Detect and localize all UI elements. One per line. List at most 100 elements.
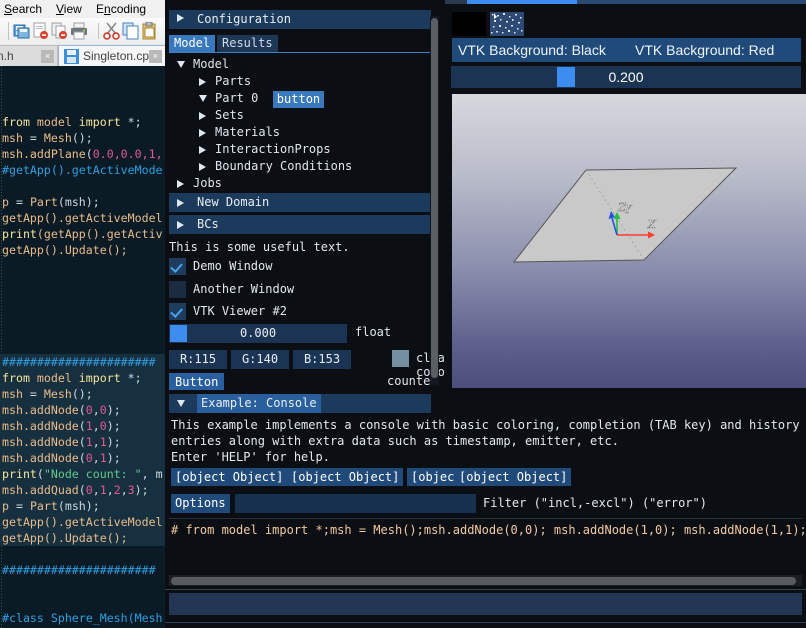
tree-node-jobs[interactable]: Jobs [169,175,431,192]
filter-input[interactable] [235,494,476,513]
code-editor[interactable]: from model import *; msh = Mesh(); msh.add… [0,66,165,628]
header-new-domain[interactable]: New Domain [169,193,431,212]
vtk-background-black-button[interactable]: VTK Background: Black [452,38,634,62]
checkbox-vtk-viewer[interactable]: VTK Viewer #2 [169,303,369,322]
config-tabbar[interactable]: Model Results [169,35,431,53]
chevron-right-icon[interactable] [177,14,184,22]
code-token: "Node count: " [43,467,142,481]
code-line: print(getApp().getActiv [0,226,165,242]
cut-icon[interactable] [103,22,121,40]
drag-green[interactable]: G:140 [231,350,289,369]
code-line: msh.addNode(0,1); [0,450,165,466]
tab-close-icon-active[interactable]: × [149,50,162,63]
chevron-down-icon[interactable] [177,61,185,68]
checkbox-another-window[interactable]: Another Window [169,281,369,300]
menu-item-search[interactable]: Search [4,2,42,16]
console-input-divider [165,589,806,590]
color-swatch[interactable] [392,350,409,367]
save-all-icon[interactable] [13,22,31,40]
configuration-window-header[interactable]: Configuration [169,10,431,29]
editor-tabbar[interactable]: n.h × Singleton.cpp × [0,44,165,68]
chevron-right-icon[interactable] [199,112,206,120]
code-token: 0 [85,403,93,417]
black-texture-thumbnail[interactable] [452,12,486,36]
drag-red[interactable]: R:115 [169,350,227,369]
add-debug-text-button[interactable]: [object Object] [171,468,288,486]
console-divider [169,518,802,519]
code-token: print [2,227,37,241]
tree-node-interactionprops[interactable]: InteractionProps [169,141,431,158]
tree-node-parts[interactable]: Parts [169,73,431,90]
checkbox-demo-window[interactable]: Demo Window [169,258,369,277]
options-button[interactable]: Options [171,494,230,513]
chevron-right-icon-bcs[interactable] [177,221,184,229]
copy-button[interactable]: [object Object] [455,468,572,486]
tree-node-sets[interactable]: Sets [169,107,431,124]
console-window-header[interactable]: Example: Console [169,394,431,413]
console-bottom-divider [165,622,806,623]
chevron-right-icon[interactable] [199,146,206,154]
tree-node-part-0[interactable]: Part 0 button [169,90,431,108]
console-body-line-1: This example implements a console with b… [171,418,806,432]
float-slider[interactable]: 0.000 [169,324,347,343]
editor-tab-active[interactable]: Singleton.cpp × [58,45,165,67]
code-token: , [120,483,128,497]
copy-icon[interactable] [122,22,140,40]
code-token: from [2,115,37,129]
chevron-right-icon[interactable] [177,180,184,188]
add-debug-error-button[interactable]: [object Object] [287,468,404,486]
checkbox-another-window-box[interactable] [169,281,186,298]
menu-item-encoding[interactable]: Encoding [96,2,146,16]
header-bcs[interactable]: BCs [169,215,431,234]
tab-close-icon[interactable]: × [41,50,54,63]
code-line: getApp().Update(); [0,530,165,546]
paste-icon[interactable] [141,21,159,40]
float-slider-value: 0.000 [239,326,277,340]
tree-node-button[interactable]: button [272,91,325,108]
config-panel-scrollbar[interactable] [430,16,439,386]
vtk-opacity-slider[interactable]: 0.200 [451,66,801,88]
close-all-documents-icon[interactable] [51,22,69,40]
code-line: msh.addNode(1,0); [0,418,165,434]
configuration-title: Configuration [197,12,291,26]
checkbox-vtk-viewer-box[interactable] [169,303,186,320]
close-document-icon[interactable] [32,22,50,40]
tree-node-boundary-conditions[interactable]: Boundary Conditions [169,158,431,175]
console-command-input[interactable] [169,593,802,615]
editor-tab-inactive[interactable]: n.h × [0,45,58,68]
menu-item-view[interactable]: View [56,2,82,16]
tab-results[interactable]: Results [217,35,278,52]
chevron-right-icon[interactable] [199,163,206,171]
code-token: getApp().getActiveModel [2,515,163,529]
code-token: 1 [99,451,107,465]
console-scrollbar-thumb[interactable] [171,577,796,585]
checkbox-demo-window-box[interactable] [169,258,186,275]
editor-menubar[interactable]: Search View Encoding [0,0,165,18]
code-line: p = Part(msh); [0,498,165,514]
tab-model[interactable]: Model [169,35,216,52]
code-token: p [2,499,16,513]
code-token: ( [85,147,93,161]
code-token: msh [2,387,30,401]
vtk-background-red-button[interactable]: VTK Background: Red [629,38,801,62]
chevron-down-icon-console[interactable] [177,400,185,407]
file-icon [64,49,79,64]
chevron-right-icon[interactable] [199,78,206,86]
code-token: ); [106,451,121,465]
tree-node-model[interactable]: Model [169,56,431,73]
code-line: msh = Mesh(); [0,386,165,402]
vtk-3d-viewport[interactable]: X Y Z [452,94,806,388]
chevron-right-icon[interactable] [199,129,206,137]
editor-toolbar[interactable] [0,18,165,45]
chevron-down-icon[interactable] [199,95,207,102]
code-line: ###################### [0,562,165,578]
chevron-right-icon-new-domain[interactable] [177,199,184,207]
tree-node-materials[interactable]: Materials [169,124,431,141]
noise-texture-thumbnail[interactable] [490,12,524,36]
console-horizontal-scrollbar[interactable] [169,575,802,586]
drag-blue[interactable]: B:153 [293,350,351,369]
print-icon[interactable] [70,22,88,40]
config-panel-scrollbar-thumb[interactable] [431,18,438,378]
